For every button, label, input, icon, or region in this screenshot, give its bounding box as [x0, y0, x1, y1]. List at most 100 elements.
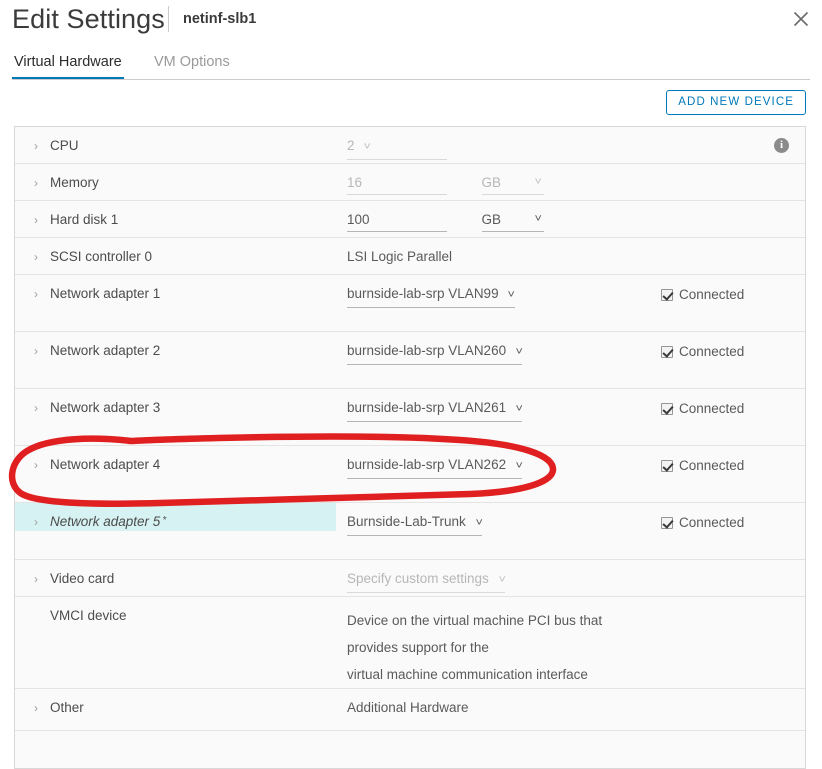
connected-checkbox[interactable]	[661, 460, 673, 472]
device-value-cell: burnside-lab-srp VLAN261 ˅	[336, 389, 655, 422]
expand-chevron-icon[interactable]: ›	[34, 211, 50, 229]
device-value-cell: 2 ˅	[336, 127, 655, 160]
table-row-network-adapter-4: › Network adapter 4 burnside-lab-srp VLA…	[15, 446, 805, 503]
chevron-down-icon: ˅	[515, 460, 523, 472]
device-label: Video card	[50, 571, 115, 586]
device-label-cell: › SCSI controller 0	[15, 238, 336, 266]
device-label-cell: › Memory	[15, 164, 336, 192]
connected-label: Connected	[679, 458, 745, 473]
expand-chevron-icon[interactable]: ›	[34, 342, 50, 360]
device-value-cell: 16 GB ˅	[336, 164, 655, 195]
network-adapter-4-value: burnside-lab-srp VLAN262	[347, 457, 507, 472]
close-icon[interactable]	[788, 6, 814, 32]
network-adapter-2-value: burnside-lab-srp VLAN260	[347, 343, 507, 358]
add-new-device-button[interactable]: ADD NEW DEVICE	[666, 90, 806, 115]
network-adapter-2-connected[interactable]: Connected	[655, 332, 805, 361]
connected-checkbox[interactable]	[661, 289, 673, 301]
device-value-cell: Device on the virtual machine PCI bus th…	[336, 597, 655, 688]
hard-disk-unit-value: GB	[481, 212, 502, 227]
device-value-cell: Additional Hardware	[336, 689, 655, 717]
table-row-network-adapter-2: › Network adapter 2 burnside-lab-srp VLA…	[15, 332, 805, 389]
memory-size-value: 16	[347, 175, 363, 190]
tab-bar: Virtual Hardware VM Options	[0, 48, 822, 80]
device-value-cell: burnside-lab-srp VLAN262 ˅	[336, 446, 655, 479]
expand-chevron-icon[interactable]: ›	[34, 513, 50, 531]
connected-checkbox[interactable]	[661, 403, 673, 415]
expand-chevron-icon[interactable]: ›	[34, 456, 50, 474]
connected-checkbox[interactable]	[661, 517, 673, 529]
device-label: VMCI device	[50, 608, 127, 623]
chevron-down-icon: ˅	[534, 213, 543, 225]
network-adapter-4-connected[interactable]: Connected	[655, 446, 805, 475]
device-value-cell: 100 GB ˅	[336, 201, 655, 232]
memory-unit-dropdown[interactable]: GB ˅	[481, 174, 544, 195]
device-value-cell: Burnside-Lab-Trunk ˅	[336, 503, 655, 536]
device-label-cell: › Network adapter 4	[15, 446, 336, 474]
expand-chevron-icon[interactable]: ›	[34, 399, 50, 417]
tab-virtual-hardware[interactable]: Virtual Hardware	[12, 48, 124, 80]
device-label: Network adapter 3	[50, 400, 161, 415]
vmci-description-line-2: virtual machine communication interface	[347, 667, 588, 682]
expand-chevron-icon[interactable]: ›	[34, 570, 50, 588]
network-adapter-1-connected[interactable]: Connected	[655, 275, 805, 304]
network-adapter-3-connected[interactable]: Connected	[655, 389, 805, 418]
device-label-cell: › Hard disk 1	[15, 201, 336, 229]
expand-chevron-icon[interactable]: ›	[34, 248, 50, 266]
table-row-cpu: › CPU 2 ˅ i	[15, 127, 805, 164]
network-adapter-5-value: Burnside-Lab-Trunk	[347, 514, 466, 529]
table-row-spacer	[15, 731, 805, 768]
table-row-memory: › Memory 16 GB ˅	[15, 164, 805, 201]
network-adapter-5-connected[interactable]: Connected	[655, 503, 805, 532]
expand-chevron-icon[interactable]: ›	[34, 174, 50, 192]
device-label-cell: › Other	[15, 689, 336, 717]
chevron-down-icon: ˅	[363, 141, 372, 153]
device-label-cell: › Network adapter 1	[15, 275, 336, 303]
device-value-cell: Specify custom settings ˅	[336, 560, 655, 593]
connected-checkbox[interactable]	[661, 346, 673, 358]
device-label: Network adapter 5 *	[50, 514, 167, 529]
table-row-other: › Other Additional Hardware	[15, 689, 805, 731]
device-label-cell: › Network adapter 3	[15, 389, 336, 417]
device-label: Network adapter 2	[50, 343, 161, 358]
expand-chevron-icon[interactable]: ›	[34, 699, 50, 717]
device-label: CPU	[50, 138, 79, 153]
table-row-network-adapter-3: › Network adapter 3 burnside-lab-srp VLA…	[15, 389, 805, 446]
hard-disk-size-input[interactable]: 100	[347, 211, 447, 232]
cpu-check-cell	[655, 127, 805, 138]
network-adapter-1-value: burnside-lab-srp VLAN99	[347, 286, 499, 301]
device-value-cell: burnside-lab-srp VLAN99 ˅	[336, 275, 655, 308]
chevron-down-icon: ˅	[475, 517, 483, 529]
hard-disk-unit-dropdown[interactable]: GB ˅	[481, 211, 544, 232]
network-adapter-5-dropdown[interactable]: Burnside-Lab-Trunk ˅	[347, 513, 482, 536]
network-adapter-4-dropdown[interactable]: burnside-lab-srp VLAN262 ˅	[347, 456, 523, 479]
info-icon[interactable]: i	[774, 138, 789, 153]
other-check-cell	[655, 689, 805, 700]
table-row-network-adapter-1: › Network adapter 1 burnside-lab-srp VLA…	[15, 275, 805, 332]
connected-label: Connected	[679, 401, 745, 416]
memory-unit-value: GB	[481, 175, 502, 190]
memory-check-cell	[655, 164, 805, 175]
connected-label: Connected	[679, 344, 745, 359]
table-row-hard-disk-1: › Hard disk 1 100 GB ˅	[15, 201, 805, 238]
network-adapter-3-value: burnside-lab-srp VLAN261	[347, 400, 507, 415]
expand-chevron-icon[interactable]: ›	[34, 137, 50, 155]
chevron-down-icon: ˅	[515, 403, 523, 415]
other-value: Additional Hardware	[347, 700, 469, 715]
expand-chevron-icon[interactable]: ›	[34, 285, 50, 303]
video-card-dropdown[interactable]: Specify custom settings ˅	[347, 570, 505, 593]
network-adapter-2-dropdown[interactable]: burnside-lab-srp VLAN260 ˅	[347, 342, 523, 365]
device-label-cell: › Video card	[15, 560, 336, 588]
network-adapter-3-dropdown[interactable]: burnside-lab-srp VLAN261 ˅	[347, 399, 523, 422]
chevron-down-icon: ˅	[515, 346, 523, 358]
title-separator	[168, 6, 169, 32]
table-row-video-card: › Video card Specify custom settings ˅	[15, 560, 805, 597]
device-label: Other	[50, 700, 84, 715]
memory-size-input[interactable]: 16	[347, 174, 447, 195]
cpu-count-dropdown[interactable]: 2 ˅	[347, 137, 447, 160]
tab-vm-options[interactable]: VM Options	[152, 48, 232, 76]
vmci-description-line-1: Device on the virtual machine PCI bus th…	[347, 613, 603, 655]
device-label: Network adapter 4	[50, 457, 161, 472]
device-label: SCSI controller 0	[50, 249, 153, 264]
network-adapter-1-dropdown[interactable]: burnside-lab-srp VLAN99 ˅	[347, 285, 515, 308]
scsi-check-cell	[655, 238, 805, 249]
